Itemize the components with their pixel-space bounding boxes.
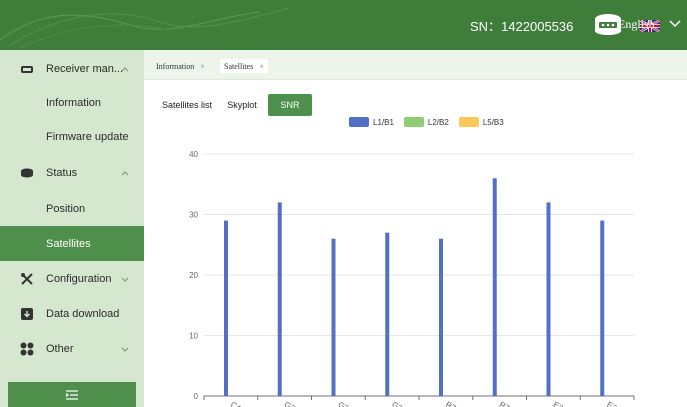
sidebar-item-label: Receiver man... [46, 63, 124, 75]
bar[interactable] [385, 232, 390, 396]
chevron-down-icon [121, 277, 129, 282]
bar[interactable] [331, 238, 336, 396]
x-tick-label: G3 [390, 400, 404, 407]
chevron-up-icon [121, 171, 129, 176]
sidebar-item-label: Firmware update [46, 131, 129, 143]
sidebar-item-information[interactable]: Information [0, 86, 144, 120]
sidebar-item-label: Data download [46, 308, 120, 320]
sidebar-item-label: Information [46, 97, 102, 109]
chevron-down-icon [121, 347, 129, 352]
snr-bar-chart: 0 10 20 30 40 C4 G3 G3 G3 R7 R7 E3 E3 [189, 150, 635, 407]
x-tick-label: E3 [605, 400, 618, 407]
receiver-icon [21, 66, 33, 73]
bar[interactable] [492, 178, 497, 396]
chevron-up-icon [121, 67, 129, 72]
y-tick-label: 10 [189, 332, 198, 341]
bar[interactable] [277, 202, 282, 396]
x-tick-label: C4 [229, 400, 243, 407]
x-tick-label: E3 [552, 400, 565, 407]
download-icon [21, 308, 33, 320]
sidebar-item-label: Status [46, 167, 78, 179]
sidebar-item-position[interactable]: Position [0, 192, 144, 226]
y-tick-label: 30 [189, 211, 198, 220]
language-selector[interactable]: xx [604, 17, 616, 32]
y-tick-label: 20 [189, 271, 198, 280]
sidebar-item-configuration[interactable]: Configuration [0, 262, 144, 296]
sidebar-item-label: Satellites [46, 238, 91, 250]
sidebar: Receiver man... Information Firmware upd… [0, 50, 144, 407]
bar[interactable] [600, 220, 605, 396]
language-label[interactable]: English [618, 17, 655, 32]
sidebar-item-label: Configuration [46, 273, 112, 285]
x-tick-label: R7 [498, 400, 512, 407]
bar[interactable] [439, 238, 443, 396]
x-tick-label: G3 [283, 400, 297, 407]
chevron-down-icon[interactable] [668, 18, 682, 30]
sn-value: 1422005536 [501, 19, 574, 34]
y-tick-label: 40 [189, 150, 198, 159]
status-icon [21, 168, 33, 178]
x-tick-label: R7 [444, 400, 458, 407]
header-wave-decoration [0, 7, 291, 49]
top-bar: SN：1422005536 [0, 0, 687, 50]
x-tick-label: G3 [337, 400, 351, 407]
sidebar-item-label: Other [46, 343, 74, 355]
bar[interactable] [546, 202, 551, 396]
menu-collapse-icon [65, 389, 78, 400]
y-tick-label: 0 [194, 392, 199, 401]
sidebar-item-label: Position [46, 203, 86, 215]
sidebar-item-other[interactable]: Other [0, 332, 144, 366]
grid-icon [20, 342, 34, 356]
sidebar-collapse-button[interactable] [8, 382, 136, 407]
sidebar-item-status[interactable]: Status [0, 156, 144, 190]
main-content: Information × Satellites × Satellites li… [144, 50, 687, 407]
tools-icon [21, 273, 33, 285]
sn-label: SN： [470, 19, 502, 34]
serial-number: SN：1422005536 [470, 16, 573, 35]
sidebar-item-data-download[interactable]: Data download [0, 297, 144, 331]
sidebar-item-receiver-management[interactable]: Receiver man... [0, 52, 144, 86]
sidebar-item-firmware-update[interactable]: Firmware update [0, 120, 144, 154]
sidebar-item-satellites[interactable]: Satellites [0, 226, 144, 261]
bar[interactable] [224, 220, 228, 396]
